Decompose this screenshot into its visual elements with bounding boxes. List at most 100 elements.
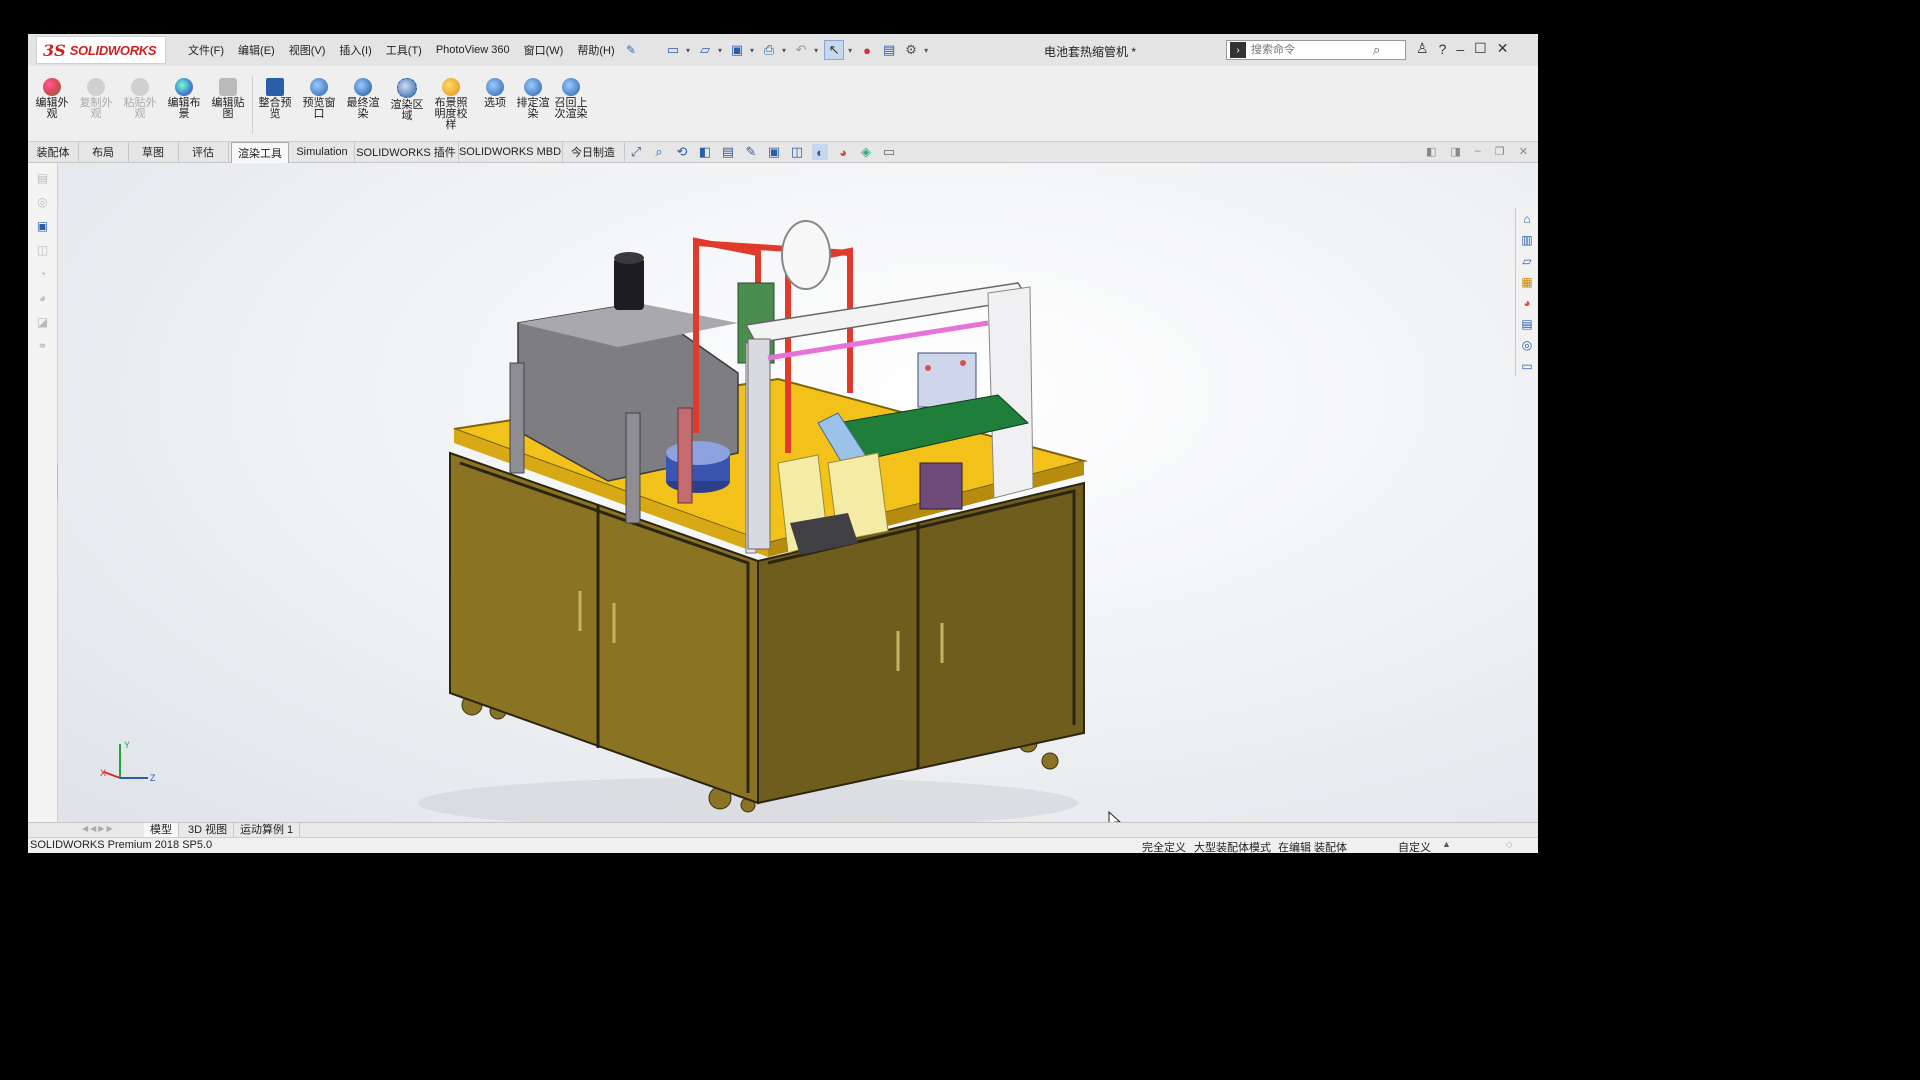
appearances-icon[interactable]: ◕	[1516, 292, 1538, 313]
tile-right-icon[interactable]: ◨	[1450, 145, 1460, 158]
help-icon[interactable]: ?	[1439, 41, 1447, 57]
select-arrow-icon[interactable]: ↖	[824, 40, 845, 60]
apply-scene-icon[interactable]: ◕	[835, 144, 851, 160]
close-icon[interactable]: ✕	[1497, 40, 1509, 57]
dynamic-annotation-icon[interactable]: ▤	[720, 144, 736, 160]
tab-manufacturing[interactable]: 今日制造	[562, 142, 625, 162]
file-explorer-icon[interactable]: ▱	[1516, 250, 1538, 271]
tab-simulation[interactable]: Simulation	[290, 142, 355, 162]
doc-close-icon[interactable]: ✕	[1519, 145, 1528, 158]
tab-model[interactable]: 模型	[144, 823, 179, 837]
mate-manager-icon[interactable]: ⚭	[35, 339, 51, 355]
undo-icon[interactable]: ↶	[792, 41, 810, 59]
tab-solidworks-mbd[interactable]: SOLIDWORKS MBD	[458, 142, 563, 162]
section-view-icon[interactable]: ◧	[697, 144, 713, 160]
save-dropdown-icon[interactable]: ▾	[750, 46, 754, 55]
search-icon[interactable]: ⌕	[1373, 42, 1380, 58]
doc-minimize-icon[interactable]: –	[1475, 145, 1481, 158]
display-manager-icon[interactable]: ◔	[35, 267, 51, 283]
user-icon[interactable]: ♙	[1416, 40, 1429, 57]
edit-decal-button[interactable]: 编辑贴图	[208, 78, 248, 120]
menu-help[interactable]: 帮助(H)	[577, 42, 614, 58]
zoom-area-icon[interactable]: ⌕	[651, 144, 667, 160]
units-dropdown-icon[interactable]: ▲	[1442, 839, 1451, 849]
tab-3d-view[interactable]: 3D 视图	[182, 823, 235, 837]
tab-motion-study[interactable]: 运动算例 1	[234, 823, 301, 837]
edit-appearance-button[interactable]: 编辑外观	[32, 78, 72, 120]
appearance-manager-icon[interactable]: ◕	[35, 291, 51, 307]
menu-window[interactable]: 窗口(W)	[524, 42, 564, 58]
save-icon[interactable]: ▣	[728, 41, 746, 59]
dimxpert-icon[interactable]: ◫	[35, 243, 51, 259]
file-properties-icon[interactable]: ▤	[880, 41, 898, 59]
view-palette-icon[interactable]: ▦	[1516, 271, 1538, 292]
tab-solidworks-addins[interactable]: SOLIDWORKS 插件	[354, 142, 459, 162]
undo-dropdown-icon[interactable]: ▾	[814, 46, 818, 55]
units-custom-dropdown[interactable]: 自定义	[1398, 839, 1431, 855]
new-dropdown-icon[interactable]: ▾	[686, 46, 690, 55]
view-orientation-icon[interactable]: ✎	[743, 144, 759, 160]
previous-view-icon[interactable]: ⟲	[674, 144, 690, 160]
print-icon[interactable]: ⎙	[760, 41, 778, 59]
integrated-preview-button[interactable]: 整合预览	[255, 78, 295, 120]
edit-appearance-view-icon[interactable]: ◐	[812, 144, 828, 160]
tab-scroll-arrows-icon[interactable]: ◀◀▶▶	[82, 824, 115, 833]
pink-bracket	[677, 407, 693, 504]
search-input[interactable]	[1249, 43, 1373, 57]
paste-appearance-button[interactable]: 粘贴外观	[120, 78, 160, 120]
custom-properties-icon[interactable]: ▤	[1516, 313, 1538, 334]
rebuild-status-icon[interactable]: ◌	[1506, 839, 1513, 851]
menu-insert[interactable]: 插入(I)	[339, 42, 371, 58]
edit-scene-button[interactable]: 编辑布景	[164, 78, 204, 120]
feature-tree-icon[interactable]: ▤	[35, 171, 51, 187]
print-dropdown-icon[interactable]: ▾	[782, 46, 786, 55]
tab-render-tools[interactable]: 渲染工具	[231, 142, 289, 163]
recall-last-render-button[interactable]: 召回上次渲染	[551, 78, 591, 120]
display-style-icon[interactable]: ▣	[766, 144, 782, 160]
menu-file[interactable]: 文件(F)	[188, 42, 224, 58]
menu-photoview[interactable]: PhotoView 360	[436, 44, 510, 56]
community-icon[interactable]: ▭	[1516, 355, 1538, 376]
render-options-button[interactable]: 选项	[475, 78, 515, 109]
tab-layout[interactable]: 布局	[78, 142, 129, 162]
menu-view[interactable]: 视图(V)	[289, 42, 326, 58]
solidworks-forum-icon[interactable]: ◎	[1516, 334, 1538, 355]
solidworks-logo[interactable]: 3S SOLIDWORKS	[36, 36, 166, 64]
design-library-icon[interactable]: ▥	[1516, 229, 1538, 250]
tab-evaluate[interactable]: 评估	[178, 142, 229, 162]
property-manager-icon[interactable]: ◎	[35, 195, 51, 211]
maximize-icon[interactable]: ☐	[1474, 40, 1487, 57]
options-dropdown-icon[interactable]: ▾	[924, 46, 928, 55]
tab-sketch[interactable]: 草图	[128, 142, 179, 162]
minimize-icon[interactable]: –	[1456, 41, 1464, 57]
configuration-manager-icon[interactable]: ▣	[35, 219, 51, 235]
scene-illumination-proof-button[interactable]: 布景照明度校样	[431, 78, 471, 131]
options-gear-icon[interactable]: ⚙	[902, 41, 920, 59]
search-box[interactable]: › ⌕	[1226, 40, 1406, 60]
zoom-to-fit-icon[interactable]: ⤢	[628, 144, 644, 160]
home-icon[interactable]: ⌂	[1516, 208, 1538, 229]
assembly-model[interactable]	[58, 163, 1538, 823]
schedule-render-button[interactable]: 排定渲染	[513, 78, 553, 120]
menu-edit[interactable]: 编辑(E)	[238, 42, 275, 58]
final-render-button[interactable]: 最终渲染	[343, 78, 383, 120]
tile-left-icon[interactable]: ◧	[1426, 145, 1436, 158]
select-dropdown-icon[interactable]: ▾	[848, 46, 852, 55]
tab-assembly[interactable]: 装配体	[28, 142, 79, 162]
doc-restore-icon[interactable]: ❐	[1495, 145, 1505, 158]
rebuild-icon[interactable]: ●	[858, 41, 876, 59]
hide-show-items-icon[interactable]: ◫	[789, 144, 805, 160]
view-settings-icon[interactable]: ◈	[858, 144, 874, 160]
graphics-area[interactable]: X Y Z ⌂ ▥ ▱ ▦ ◕ ▤ ◎ ▭	[58, 163, 1538, 823]
pin-icon[interactable]: ✎	[626, 43, 636, 57]
menu-tools[interactable]: 工具(T)	[386, 42, 422, 58]
preview-window-button[interactable]: 预览窗口	[299, 78, 339, 120]
copy-appearance-button[interactable]: 复制外观	[76, 78, 116, 120]
new-document-icon[interactable]: ▭	[664, 41, 682, 59]
cam-manager-icon[interactable]: ◪	[35, 315, 51, 331]
open-dropdown-icon[interactable]: ▾	[718, 46, 722, 55]
render-region-button[interactable]: 渲染区域	[387, 78, 427, 122]
logo-mark: 3S	[43, 40, 66, 60]
open-folder-icon[interactable]: ▱	[696, 41, 714, 59]
monitor-icon[interactable]: ▭	[881, 144, 897, 160]
